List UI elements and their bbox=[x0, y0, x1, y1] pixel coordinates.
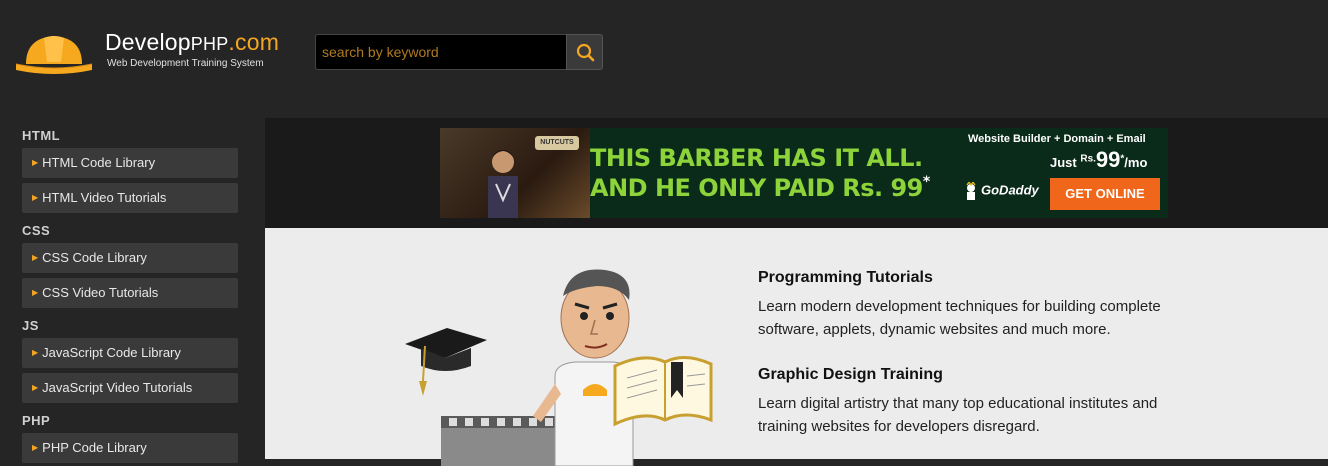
site-header: DevelopPHP.com Web Development Training … bbox=[0, 0, 1328, 118]
sidebar-heading-html: HTML bbox=[22, 128, 61, 143]
hard-hat-logo-icon[interactable] bbox=[14, 28, 94, 76]
search-icon bbox=[576, 43, 595, 62]
ad-container: NUTCUTS THIS BARBER HAS IT ALL. AND HE O… bbox=[265, 118, 1328, 228]
student-mascot-illustration bbox=[405, 269, 713, 466]
sidebar-heading-php: PHP bbox=[22, 413, 51, 428]
brand-name[interactable]: DevelopPHP.com bbox=[105, 29, 279, 56]
godaddy-ad-banner[interactable]: NUTCUTS THIS BARBER HAS IT ALL. AND HE O… bbox=[440, 128, 1168, 218]
sidebar-item-css-video-tutorials[interactable]: ▶ CSS Video Tutorials bbox=[22, 278, 238, 308]
ad-photo: NUTCUTS bbox=[440, 128, 590, 218]
graphic-design-training-section: Graphic Design Training Learn digital ar… bbox=[758, 366, 1157, 438]
section-title[interactable]: Graphic Design Training bbox=[758, 366, 1157, 384]
ad-get-online-button[interactable]: GET ONLINE bbox=[1050, 178, 1160, 210]
main-content: Programming Tutorials Learn modern devel… bbox=[265, 228, 1328, 466]
open-book-icon bbox=[613, 356, 713, 427]
sidebar-item-html-code-library[interactable]: ▶ HTML Code Library bbox=[22, 148, 238, 178]
ad-headline-line2: AND HE ONLY PAID Rs. 99* bbox=[590, 174, 930, 202]
programming-tutorials-section: Programming Tutorials Learn modern devel… bbox=[758, 269, 1161, 341]
section-title[interactable]: Programming Tutorials bbox=[758, 269, 1161, 287]
godaddy-logo: GoDaddy bbox=[964, 180, 1039, 200]
ad-price: Just Rs.99*/mo bbox=[1050, 147, 1148, 172]
arrow-right-icon: ▶ bbox=[32, 288, 39, 297]
arrow-right-icon: ▶ bbox=[32, 383, 39, 392]
barber-photo-icon bbox=[488, 150, 518, 218]
section-text-line: Learn digital artistry that many top edu… bbox=[758, 395, 1158, 412]
ad-headline-line1: THIS BARBER HAS IT ALL. bbox=[590, 144, 923, 172]
graduation-cap-icon bbox=[405, 328, 487, 396]
arrow-right-icon: ▶ bbox=[32, 158, 39, 167]
sidebar-item-html-video-tutorials[interactable]: ▶ HTML Video Tutorials bbox=[22, 183, 238, 213]
ad-offer-text: Website Builder + Domain + Email bbox=[968, 133, 1146, 145]
brand-tagline: Web Development Training System bbox=[107, 58, 264, 69]
arrow-right-icon: ▶ bbox=[32, 348, 39, 357]
sidebar-heading-css: CSS bbox=[22, 223, 51, 238]
search-button[interactable] bbox=[566, 34, 603, 70]
section-text-line: software, applets, dynamic websites and … bbox=[758, 321, 1111, 338]
ad-shop-sign: NUTCUTS bbox=[535, 136, 579, 150]
section-text-line: Learn modern development techniques for … bbox=[758, 298, 1161, 315]
sidebar-item-javascript-video-tutorials[interactable]: ▶ JavaScript Video Tutorials bbox=[22, 373, 238, 403]
godaddy-guy-icon bbox=[966, 180, 976, 200]
section-text-line: training websites for developers disrega… bbox=[758, 418, 1040, 435]
sidebar-item-css-code-library[interactable]: ▶ CSS Code Library bbox=[22, 243, 238, 273]
sidebar-item-javascript-code-library[interactable]: ▶ JavaScript Code Library bbox=[22, 338, 238, 368]
arrow-right-icon: ▶ bbox=[32, 443, 39, 452]
search-input[interactable] bbox=[315, 34, 567, 70]
arrow-right-icon: ▶ bbox=[32, 193, 39, 202]
sidebar-nav: HTML ▶ HTML Code Library ▶ HTML Video Tuto… bbox=[0, 118, 265, 463]
arrow-right-icon: ▶ bbox=[32, 253, 39, 262]
sidebar-heading-js: JS bbox=[22, 318, 39, 333]
